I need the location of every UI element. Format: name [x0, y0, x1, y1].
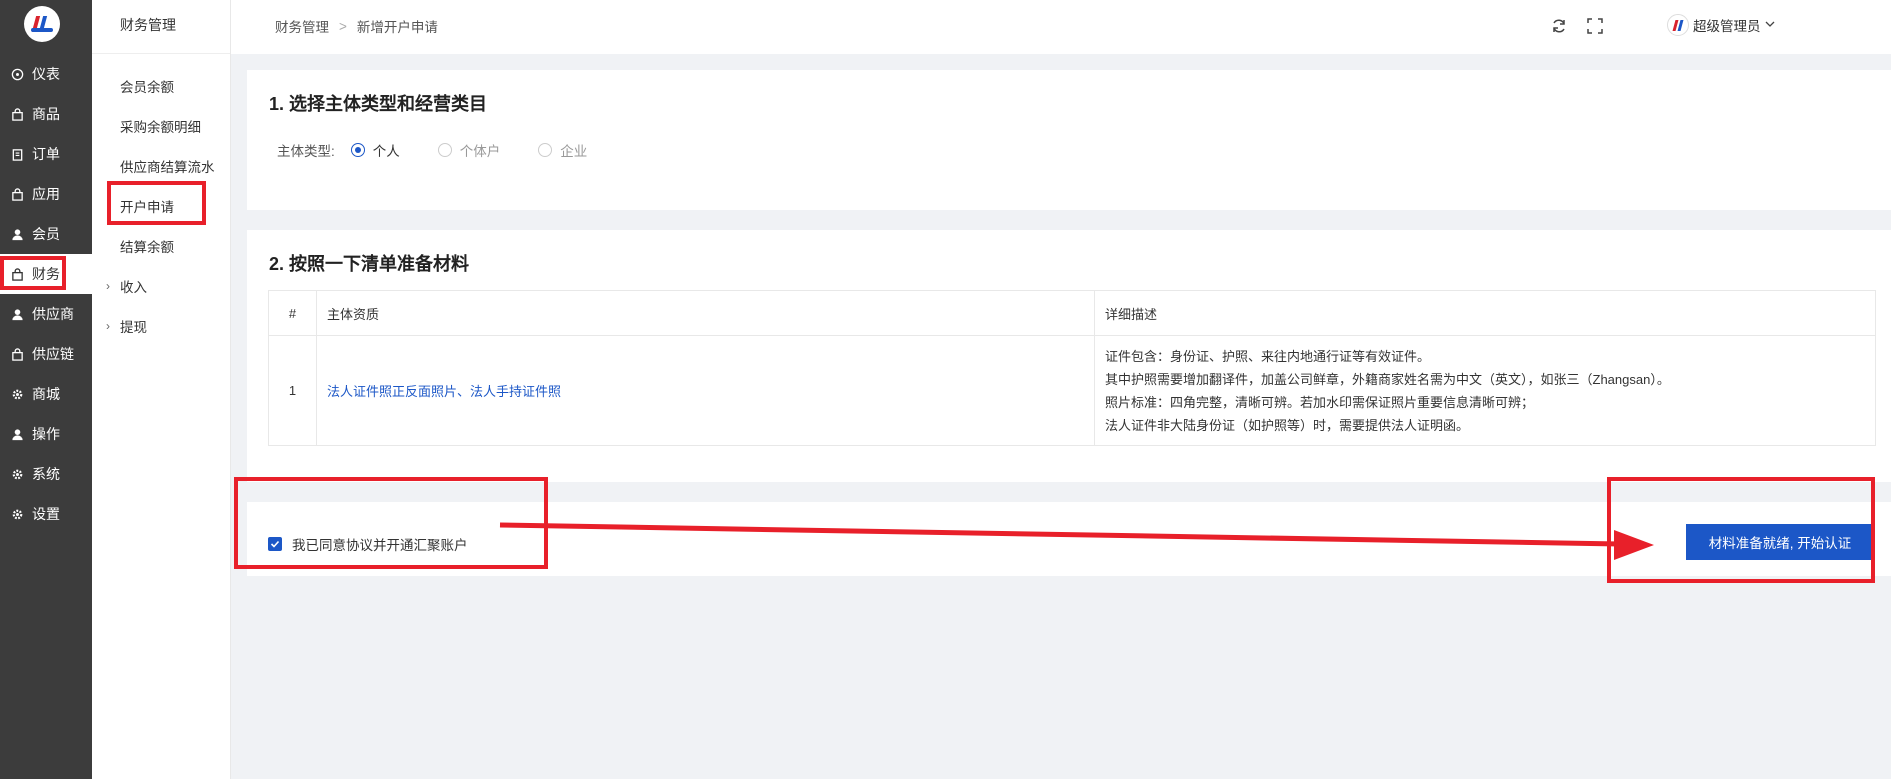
section1-title: 1. 选择主体类型和经营类目 [269, 94, 488, 114]
sidebar-item-label: 供应链 [32, 346, 74, 362]
sidebar-item-label: 仪表 [32, 66, 60, 82]
radio-sole-proprietor[interactable]: 个体户 [437, 140, 500, 160]
sidebar-item-label: 商品 [32, 106, 60, 122]
refresh-icon[interactable] [1549, 16, 1569, 36]
breadcrumb-item-finance[interactable]: 财务管理 [275, 16, 329, 36]
breadcrumb-separator-icon: > [339, 18, 347, 34]
sidebar-item-label: 应用 [32, 186, 60, 202]
avatar [1667, 14, 1689, 36]
column-header: # [268, 290, 317, 336]
submenu-item-label: 供应商结算流水 [120, 160, 215, 175]
chevron-down-icon [1764, 18, 1776, 33]
dashboard-icon [10, 67, 24, 81]
sidebar-item-11[interactable]: 设置 [0, 494, 92, 534]
radio-individual[interactable]: 个人 [350, 140, 400, 160]
sidebar-item-9[interactable]: 操作 [0, 414, 92, 454]
finance-submenu: 财务管理 会员余额 采购余额明细 供应商结算流水 开户申请 结算余额 › 收入 › 提现 [92, 0, 231, 779]
description-line: 其中护照需要增加翻译件，加盖公司鲜章，外籍商家姓名需为中文（英文），如张三（Zh… [1105, 371, 1670, 387]
description-line: 证件包含：身份证、护照、来往内地通行证等有效证件。 [1105, 348, 1431, 364]
radio-checked-icon [350, 143, 365, 157]
sidebar-item-0[interactable]: 仪表 [0, 54, 92, 94]
radio-empty-icon [538, 143, 553, 157]
subject-type-label: 主体类型: [277, 144, 335, 159]
annotation-box-start [1607, 477, 1875, 583]
sidebar-item-10[interactable]: 系统 [0, 454, 92, 494]
submenu-item-6[interactable]: › 提现 [92, 307, 231, 345]
bag-icon [10, 187, 24, 201]
submenu-title: 财务管理 [92, 0, 230, 54]
sidebar-item-2[interactable]: 订单 [0, 134, 92, 174]
annotation-box-agree [234, 477, 548, 569]
submenu-item-label: 收入 [120, 280, 147, 295]
chevron-right-icon: › [106, 319, 110, 333]
sidebar-item-label: 设置 [32, 506, 60, 522]
submenu-item-label: 提现 [120, 320, 147, 335]
sidebar-item-7[interactable]: 供应链 [0, 334, 92, 374]
materials-table: # 主体资质 详细描述 1 法人证件照正反面照片、法人手持证件照 证件包含：身份… [268, 290, 1876, 446]
sidebar-item-label: 操作 [32, 426, 60, 442]
gear-icon [10, 467, 24, 481]
subject-type-section: 1. 选择主体类型和经营类目 主体类型: 个人 个体户 企业 [247, 70, 1891, 210]
sidebar-item-label: 商城 [32, 386, 60, 402]
subject-type-radio-group: 主体类型: 个人 个体户 企业 [277, 140, 587, 160]
column-header: 主体资质 [316, 290, 1095, 336]
submenu-item-5[interactable]: › 收入 [92, 267, 231, 305]
sidebar-item-label: 订单 [32, 146, 60, 162]
description-line: 照片标准：四角完整，清晰可辨。若加水印需保证照片重要信息清晰可辨； [1105, 394, 1535, 410]
fullscreen-icon[interactable] [1585, 16, 1605, 36]
annotation-box-open-account [107, 181, 206, 225]
sidebar-item-1[interactable]: 商品 [0, 94, 92, 134]
sidebar-item-label: 会员 [32, 226, 60, 242]
annotation-box-sidebar-finance [0, 256, 66, 290]
submenu-item-label: 结算余额 [120, 240, 174, 255]
submenu-item-2[interactable]: 供应商结算流水 [92, 147, 231, 185]
submenu-item-1[interactable]: 采购余额明细 [92, 107, 231, 145]
app-logo[interactable] [24, 6, 60, 42]
chevron-right-icon: › [106, 279, 110, 293]
top-header: 财务管理 > 新增开户申请 超级管理员 [231, 0, 1891, 54]
submenu-item-0[interactable]: 会员余额 [92, 67, 231, 105]
sidebar-item-label: 供应商 [32, 306, 74, 322]
section2-title: 2. 按照一下清单准备材料 [269, 254, 470, 274]
logo-icon [31, 14, 53, 34]
radio-empty-icon [437, 143, 452, 157]
gear-icon [10, 507, 24, 521]
user-name: 超级管理员 [1693, 19, 1761, 34]
sidebar-item-label: 系统 [32, 466, 60, 482]
gear-icon [10, 387, 24, 401]
bag-icon [10, 347, 24, 361]
sidebar-item-4[interactable]: 会员 [0, 214, 92, 254]
qualification-link[interactable]: 法人证件照正反面照片、法人手持证件照 [316, 335, 1095, 446]
sidebar-item-8[interactable]: 商城 [0, 374, 92, 414]
user-icon [10, 307, 24, 321]
column-header: 详细描述 [1094, 290, 1876, 336]
main-sidebar: 仪表 商品 订单 应用 会员 财务 供应商 供应链 商城 操作 系统 设置 [0, 0, 92, 779]
breadcrumb: 财务管理 > 新增开户申请 [275, 16, 438, 36]
user-menu[interactable]: 超级管理员 [1667, 14, 1776, 36]
table-header-row: # 主体资质 详细描述 [268, 290, 1876, 336]
sidebar-item-6[interactable]: 供应商 [0, 294, 92, 334]
submenu-item-4[interactable]: 结算余额 [92, 227, 231, 265]
radio-enterprise[interactable]: 企业 [538, 140, 587, 160]
materials-section: 2. 按照一下清单准备材料 # 主体资质 详细描述 1 法人证件照正反面照片、法… [247, 230, 1891, 482]
submenu-item-label: 采购余额明细 [120, 120, 201, 135]
row-index: 1 [268, 335, 317, 446]
sidebar-item-3[interactable]: 应用 [0, 174, 92, 214]
clipboard-icon [10, 147, 24, 161]
table-row: 1 法人证件照正反面照片、法人手持证件照 证件包含：身份证、护照、来往内地通行证… [268, 335, 1876, 446]
bag-icon [10, 107, 24, 121]
user-icon [10, 227, 24, 241]
breadcrumb-item-current: 新增开户申请 [356, 20, 438, 35]
submenu-item-label: 会员余额 [120, 80, 174, 95]
description-line: 法人证件非大陆身份证（如护照等）时，需要提供法人证明函。 [1105, 417, 1470, 433]
description-cell: 证件包含：身份证、护照、来往内地通行证等有效证件。 其中护照需要增加翻译件，加盖… [1094, 335, 1876, 446]
user-icon [10, 427, 24, 441]
